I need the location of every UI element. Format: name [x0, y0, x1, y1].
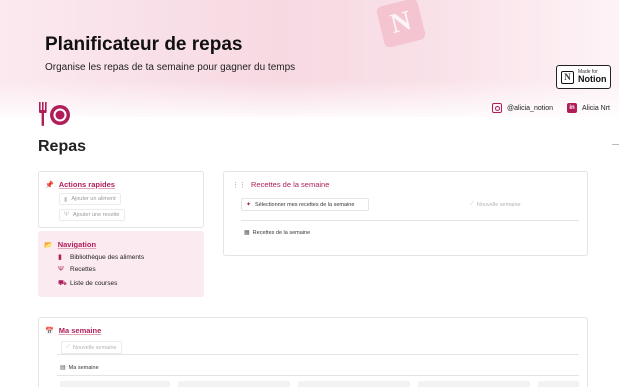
gallery-icon: ▦: [244, 230, 250, 236]
divider: [241, 220, 579, 221]
weekly-recipes-label: Recettes de la semaine: [251, 180, 330, 189]
add-food-button[interactable]: ▮ Ajouter un aliment: [59, 193, 121, 205]
add-recipe-label: Ajouter une recette: [73, 212, 120, 218]
quick-actions-title: 📌 Actions rapides: [45, 180, 115, 189]
nav-item-label: Bibliothèque des aliments: [70, 253, 145, 261]
navigation-card: 📂 Navigation ▮ Bibliothèque des aliments…: [38, 231, 204, 297]
divider: [57, 375, 579, 376]
badge-big-text: Notion: [578, 74, 607, 84]
folder-icon: 📂: [44, 241, 53, 249]
new-week-label: Nouvelle semaine: [72, 344, 117, 351]
quick-actions-label: Actions rapides: [58, 180, 115, 189]
board-column[interactable]: [60, 381, 170, 387]
add-recipe-button[interactable]: Ψ Ajouter une recette: [59, 209, 125, 221]
plate-cutlery-icon[interactable]: [38, 101, 72, 129]
notion-logo-icon: N: [561, 70, 574, 84]
weekly-recipes-title: ⋮⋮ Recettes de la semaine: [232, 180, 329, 189]
my-week-label: Ma semaine: [58, 326, 102, 335]
cutlery-icon: Ψ: [64, 212, 70, 218]
magic-wand-icon: ⟋: [66, 344, 70, 350]
nav-item-recipes[interactable]: Ψ Recettes: [58, 266, 96, 273]
magic-wand-icon: ⟋: [470, 201, 474, 207]
book-icon: ▮: [58, 254, 62, 261]
instagram-link[interactable]: @alicia_notion: [492, 103, 553, 113]
board-column[interactable]: [418, 381, 530, 387]
header-banner: N: [0, 0, 619, 117]
select-weekly-recipes-button[interactable]: ✦ Sélectionner mes recettes de la semain…: [241, 198, 369, 211]
new-week-button[interactable]: ⟋ Nouvelle semaine: [61, 341, 122, 354]
weekly-recipes-card: ⋮⋮ Recettes de la semaine: [223, 171, 588, 256]
linkedin-link[interactable]: in Alicia Nrt: [567, 103, 610, 113]
notion-logo-icon: N: [375, 0, 427, 49]
new-week-label: Nouvelle semaine: [476, 201, 521, 208]
food-icon: ▮: [64, 196, 68, 203]
divider: [612, 144, 619, 145]
nav-item-shopping-list[interactable]: ⛟ Liste de courses: [58, 279, 117, 288]
calendar-icon: 📅: [45, 327, 54, 335]
drag-handle-icon[interactable]: ⋮⋮: [232, 181, 246, 189]
board-column[interactable]: [178, 381, 290, 387]
select-weekly-recipes-label: Sélectionner mes recettes de la semaine: [255, 201, 355, 208]
nav-item-label: Liste de courses: [70, 280, 118, 287]
table-icon: ▤: [60, 365, 66, 371]
add-food-label: Ajouter un aliment: [71, 196, 116, 202]
nav-item-label: Recettes: [70, 266, 96, 273]
cart-icon: ⛟: [58, 280, 67, 287]
linkedin-name: Alicia Nrt: [582, 104, 611, 112]
made-for-notion-badge[interactable]: N Made for Notion: [556, 65, 611, 89]
divider: [57, 354, 579, 355]
instagram-handle: @alicia_notion: [507, 104, 554, 112]
board-column[interactable]: [538, 381, 579, 387]
my-week-title: 📅 Ma semaine: [45, 326, 101, 335]
nav-item-food-library[interactable]: ▮ Bibliothèque des aliments: [58, 253, 145, 262]
board-column[interactable]: [298, 381, 410, 387]
instagram-icon: [492, 103, 502, 113]
view-tab-label: Recettes de la semaine: [252, 229, 311, 236]
cutlery-icon: Ψ: [58, 266, 64, 273]
page-banner-subtitle: Organise les repas de ta semaine pour ga…: [45, 62, 296, 73]
view-tab-my-week[interactable]: ▤ Ma semaine: [60, 364, 99, 372]
quick-actions-card: 📌 Actions rapides ▮ Ajouter un aliment Ψ…: [38, 171, 204, 228]
page-banner-title: Planificateur de repas: [45, 34, 243, 55]
new-week-button[interactable]: ⟋ Nouvelle semaine: [470, 201, 521, 208]
navigation-title: 📂 Navigation: [44, 240, 96, 249]
view-tab-label: Ma semaine: [68, 364, 99, 371]
pin-icon: 📌: [45, 181, 54, 189]
magic-wand-icon: ✦: [246, 202, 252, 208]
linkedin-icon: in: [567, 103, 577, 113]
view-tab-weekly-recipes[interactable]: ▦ Recettes de la semaine: [244, 229, 311, 237]
page-title: Repas: [38, 138, 87, 155]
navigation-label: Navigation: [57, 240, 97, 249]
